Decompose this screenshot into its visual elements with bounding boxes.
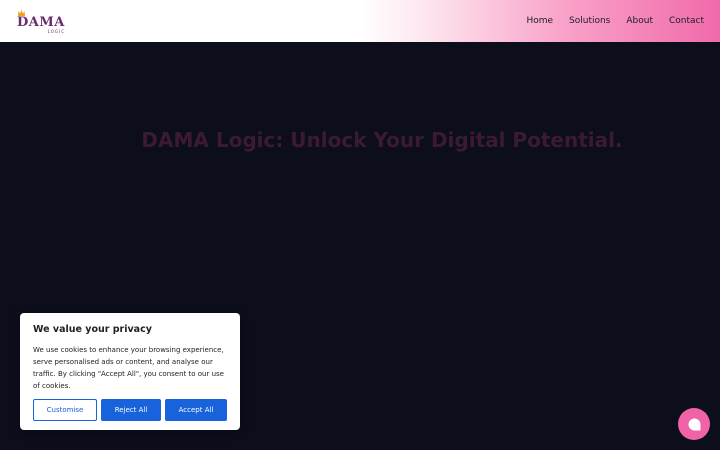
site-logo[interactable]: DAMA LOGIC — [17, 10, 65, 34]
nav-contact[interactable]: Contact — [669, 16, 704, 26]
site-header: DAMA LOGIC Home Solutions About Contact — [0, 0, 720, 42]
logo-subtitle: LOGIC — [47, 29, 65, 34]
nav-home[interactable]: Home — [526, 16, 553, 26]
crown-icon — [18, 10, 25, 16]
cookie-title: We value your privacy — [33, 324, 152, 335]
accept-all-button[interactable]: Accept All — [165, 399, 227, 421]
nav-solutions[interactable]: Solutions — [569, 16, 610, 26]
customise-button[interactable]: Customise — [33, 399, 97, 421]
cookie-consent-banner: We value your privacy We use cookies to … — [20, 313, 240, 430]
hero-title: DAMA Logic: Unlock Your Digital Potentia… — [141, 128, 623, 152]
logo-wordmark: DAMA — [17, 15, 65, 30]
chat-bubble-icon — [688, 418, 700, 430]
cookie-description: We use cookies to enhance your browsing … — [33, 346, 224, 390]
main-nav: Home Solutions About Contact — [510, 16, 704, 26]
nav-about[interactable]: About — [626, 16, 653, 26]
reject-all-button[interactable]: Reject All — [101, 399, 161, 421]
chat-launcher-button[interactable] — [678, 408, 710, 440]
cookie-actions: Customise Reject All Accept All — [33, 399, 227, 421]
